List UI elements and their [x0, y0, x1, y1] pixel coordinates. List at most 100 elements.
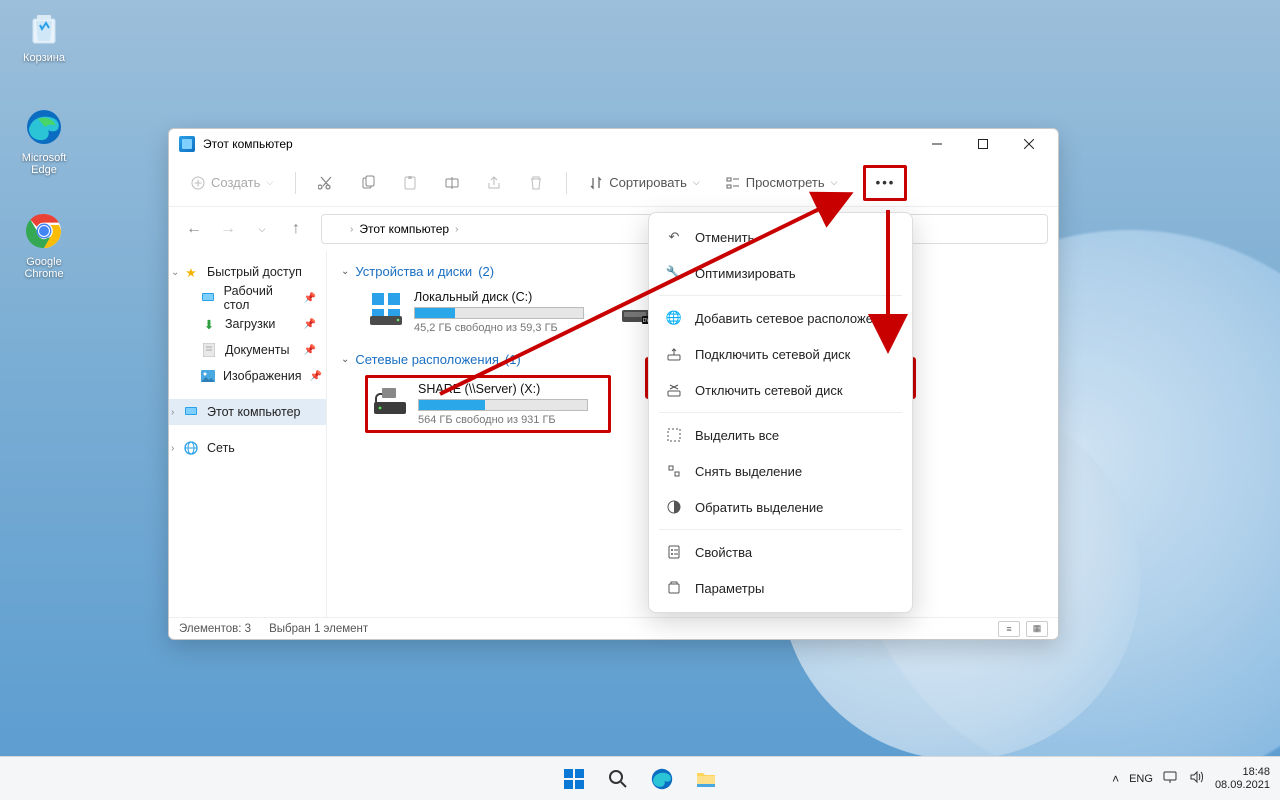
chrome-icon — [23, 210, 65, 252]
taskbar-edge[interactable] — [642, 759, 682, 799]
taskbar-explorer[interactable] — [686, 759, 726, 799]
sidebar-item-quick-access[interactable]: ⌄ ★ Быстрый доступ — [169, 259, 326, 285]
breadcrumb[interactable]: Этот компьютер — [359, 222, 449, 236]
chevron-right-icon: › — [455, 224, 458, 235]
tray-chevron-up-icon[interactable]: ˄ — [1112, 772, 1119, 786]
this-pc-icon — [183, 404, 199, 420]
view-button[interactable]: Просмотреть ⌵ — [716, 167, 848, 199]
nav-row: ← → ⌵ ↑ › Этот компьютер › — [169, 207, 1058, 251]
search-button[interactable] — [598, 759, 638, 799]
sidebar-item-network[interactable]: › Сеть — [169, 435, 326, 461]
pin-icon: 📌 — [310, 371, 322, 382]
undo-icon: ↶ — [665, 228, 683, 246]
drive-free-text: 45,2 ГБ свободно из 59,3 ГБ — [414, 322, 584, 334]
chevron-down-icon: ⌄ — [341, 354, 349, 365]
sort-button[interactable]: Сортировать ⌵ — [579, 167, 710, 199]
menu-item-select-none[interactable]: Снять выделение — [649, 453, 912, 489]
copy-button[interactable] — [350, 167, 386, 199]
language-indicator[interactable]: ENG — [1129, 773, 1153, 785]
drive-icon — [368, 290, 404, 326]
group-title: Сетевые расположения — [355, 352, 498, 367]
menu-item-map-network-drive[interactable]: Подключить сетевой диск — [649, 336, 912, 372]
chevron-right-icon: › — [171, 443, 174, 454]
picture-icon — [201, 368, 215, 384]
group-title: Устройства и диски — [355, 264, 472, 279]
share-button[interactable] — [476, 167, 512, 199]
chevron-down-icon: ⌄ — [341, 266, 349, 277]
pin-icon: 📌 — [304, 293, 316, 304]
drive-free-text: 564 ГБ свободно из 931 ГБ — [418, 414, 588, 426]
desktop-icon-edge[interactable]: Microsoft Edge — [8, 106, 80, 176]
menu-item-add-network-location[interactable]: 🌐Добавить сетевое расположение — [649, 300, 912, 336]
more-button[interactable]: ••• — [863, 165, 907, 201]
menu-item-label: Отменить — [695, 230, 754, 245]
menu-item-label: Добавить сетевое расположение — [695, 311, 895, 326]
chevron-down-icon: ⌵ — [266, 177, 273, 188]
volume-tray-icon[interactable] — [1189, 770, 1205, 787]
more-icon: ••• — [876, 175, 896, 190]
network-icon — [183, 440, 199, 456]
view-details-button[interactable]: ≡ — [998, 621, 1020, 637]
recent-button[interactable]: ⌵ — [247, 214, 277, 244]
drive-local-c[interactable]: Локальный диск (C:) 45,2 ГБ свободно из … — [365, 287, 597, 337]
sidebar-item-label: Документы — [225, 343, 289, 357]
status-item-count: Элементов: 3 — [179, 623, 251, 635]
menu-item-disconnect-network-drive[interactable]: Отключить сетевой диск — [649, 372, 912, 408]
rename-button[interactable] — [434, 167, 470, 199]
recycle-bin-icon — [23, 6, 65, 48]
properties-icon — [665, 543, 683, 561]
back-button[interactable]: ← — [179, 214, 209, 244]
view-tiles-button[interactable]: ▦ — [1026, 621, 1048, 637]
menu-item-options[interactable]: Параметры — [649, 570, 912, 606]
sidebar-item-this-pc[interactable]: › Этот компьютер — [169, 399, 326, 425]
edge-icon — [650, 767, 674, 791]
edge-icon — [23, 106, 65, 148]
menu-item-label: Подключить сетевой диск — [695, 347, 850, 362]
wrench-icon: 🔧 — [665, 264, 683, 282]
clock[interactable]: 18:48 08.09.2021 — [1215, 766, 1270, 790]
this-pc-icon — [330, 222, 344, 236]
menu-item-properties[interactable]: Свойства — [649, 534, 912, 570]
sidebar-item-label: Рабочий стол — [224, 284, 296, 312]
forward-button[interactable]: → — [213, 214, 243, 244]
view-label: Просмотреть — [746, 175, 825, 190]
menu-item-label: Свойства — [695, 545, 752, 560]
menu-item-label: Снять выделение — [695, 464, 802, 479]
new-button[interactable]: Создать ⌵ — [181, 167, 283, 199]
select-all-icon — [665, 426, 683, 444]
taskbar: ˄ ENG 18:48 08.09.2021 — [0, 756, 1280, 800]
cut-icon — [318, 175, 334, 191]
minimize-button[interactable] — [914, 129, 960, 159]
close-button[interactable] — [1006, 129, 1052, 159]
drive-network-share[interactable]: SHARE (\\Server) (X:) 564 ГБ свободно из… — [365, 375, 611, 433]
start-button[interactable] — [554, 759, 594, 799]
menu-item-undo[interactable]: ↶ Отменить — [649, 219, 912, 255]
sidebar-item-pictures[interactable]: Изображения 📌 — [169, 363, 326, 389]
paste-icon — [402, 175, 418, 191]
up-button[interactable]: ↑ — [281, 214, 311, 244]
network-drive-icon — [372, 382, 408, 418]
delete-button[interactable] — [518, 167, 554, 199]
window-title: Этот компьютер — [203, 137, 293, 151]
titlebar[interactable]: Этот компьютер — [169, 129, 1058, 159]
map-drive-icon — [665, 345, 683, 363]
sidebar-item-downloads[interactable]: ⬇ Загрузки 📌 — [169, 311, 326, 337]
network-tray-icon[interactable] — [1163, 770, 1179, 787]
chevron-down-icon: ⌵ — [831, 177, 838, 188]
desktop-icon-recycle-bin[interactable]: Корзина — [8, 6, 80, 64]
sidebar-item-documents[interactable]: Документы 📌 — [169, 337, 326, 363]
desktop-icon-chrome[interactable]: Google Chrome — [8, 210, 80, 280]
paste-button[interactable] — [392, 167, 428, 199]
cut-button[interactable] — [308, 167, 344, 199]
pin-icon: 📌 — [304, 345, 316, 356]
chevron-right-icon: › — [350, 224, 353, 235]
rename-icon — [444, 175, 460, 191]
menu-item-label: Параметры — [695, 581, 764, 596]
menu-item-invert-selection[interactable]: Обратить выделение — [649, 489, 912, 525]
maximize-button[interactable] — [960, 129, 1006, 159]
menu-item-select-all[interactable]: Выделить все — [649, 417, 912, 453]
sidebar-item-desktop[interactable]: Рабочий стол 📌 — [169, 285, 326, 311]
menu-item-optimize[interactable]: 🔧Оптимизировать — [649, 255, 912, 291]
unmap-drive-icon — [665, 381, 683, 399]
status-bar: Элементов: 3 Выбран 1 элемент ≡ ▦ — [169, 617, 1058, 639]
